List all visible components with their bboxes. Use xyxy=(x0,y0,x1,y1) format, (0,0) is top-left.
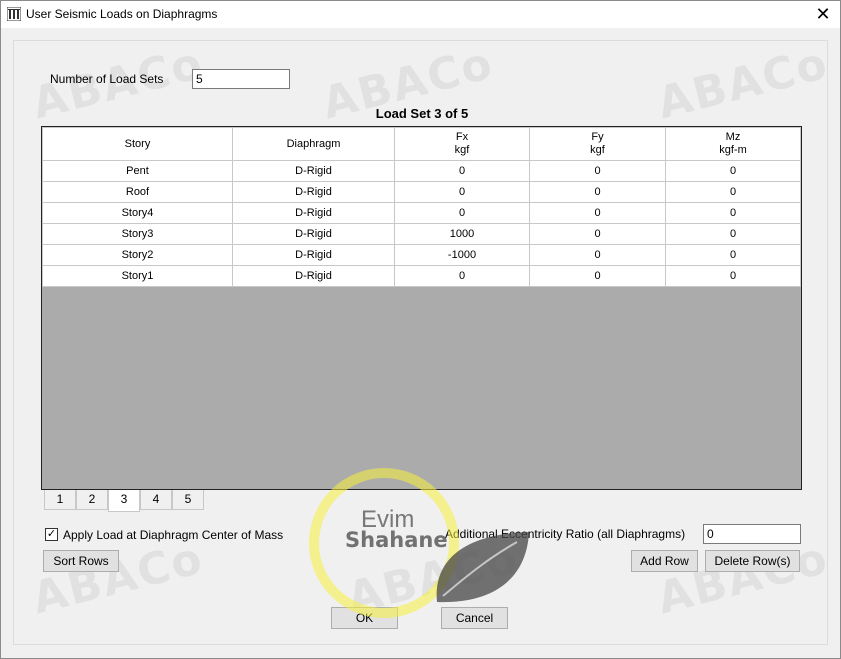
cell-mz[interactable]: 0 xyxy=(665,265,801,287)
load-sets-input[interactable]: 5 xyxy=(192,69,290,89)
cell-mz[interactable]: 0 xyxy=(665,181,801,203)
cell-mz[interactable]: 0 xyxy=(665,223,801,245)
cell-story[interactable]: Roof xyxy=(42,181,233,203)
title-bar[interactable]: User Seismic Loads on Diaphragms ✕ xyxy=(1,1,840,28)
cell-fy[interactable]: 0 xyxy=(529,244,666,266)
apply-center-mass-label: Apply Load at Diaphragm Center of Mass xyxy=(63,528,284,542)
column-name: Story xyxy=(124,137,151,150)
cell-fx[interactable]: 0 xyxy=(394,265,530,287)
table-row[interactable]: Roof D-Rigid 0 0 0 xyxy=(42,181,801,203)
column-name: Mz xyxy=(725,131,741,143)
grid-title: Load Set 3 of 5 xyxy=(375,106,469,121)
column-unit: kgf xyxy=(590,144,605,156)
app-icon xyxy=(7,7,21,21)
eccentricity-label: Additional Eccentricity Ratio (all Diaph… xyxy=(445,527,686,541)
column-name: Fx xyxy=(455,131,469,143)
load-set-tabs: 1 2 3 4 5 xyxy=(44,490,204,512)
table-header-row: Story Diaphragm Fx kgf Fy kgf Mz kgf-m xyxy=(42,127,801,161)
tab-1[interactable]: 1 xyxy=(44,490,76,510)
close-button[interactable]: ✕ xyxy=(812,3,834,25)
eccentricity-input[interactable]: 0 xyxy=(703,524,801,544)
loads-grid: Story Diaphragm Fx kgf Fy kgf Mz kgf-m Pent… xyxy=(41,126,802,490)
column-header-fy[interactable]: Fy kgf xyxy=(529,127,666,161)
column-header-story[interactable]: Story xyxy=(42,127,233,161)
cell-fy[interactable]: 0 xyxy=(529,202,666,224)
ok-button[interactable]: OK xyxy=(331,607,398,629)
column-name: Diaphragm xyxy=(286,137,341,150)
column-header-diaphragm[interactable]: Diaphragm xyxy=(232,127,395,161)
cell-diaphragm[interactable]: D-Rigid xyxy=(232,160,395,182)
sort-rows-button[interactable]: Sort Rows xyxy=(43,550,119,572)
dialog-window: User Seismic Loads on Diaphragms ✕ ABACo… xyxy=(0,0,841,659)
delete-rows-button[interactable]: Delete Row(s) xyxy=(705,550,800,572)
tab-5[interactable]: 5 xyxy=(172,490,204,510)
table-row[interactable]: Story2 D-Rigid -1000 0 0 xyxy=(42,244,801,266)
cell-story[interactable]: Story2 xyxy=(42,244,233,266)
add-row-button[interactable]: Add Row xyxy=(631,550,698,572)
table-row[interactable]: Story1 D-Rigid 0 0 0 xyxy=(42,265,801,287)
cell-diaphragm[interactable]: D-Rigid xyxy=(232,244,395,266)
cell-diaphragm[interactable]: D-Rigid xyxy=(232,181,395,203)
apply-center-mass-checkbox[interactable]: ✓ xyxy=(45,528,58,541)
tab-3[interactable]: 3 xyxy=(108,490,140,512)
cell-fx[interactable]: 0 xyxy=(394,202,530,224)
cell-story[interactable]: Story4 xyxy=(42,202,233,224)
cell-mz[interactable]: 0 xyxy=(665,244,801,266)
loads-table: Story Diaphragm Fx kgf Fy kgf Mz kgf-m Pent… xyxy=(42,127,801,287)
table-row[interactable]: Story4 D-Rigid 0 0 0 xyxy=(42,202,801,224)
cancel-button[interactable]: Cancel xyxy=(441,607,508,629)
window-title: User Seismic Loads on Diaphragms xyxy=(26,7,218,21)
cell-fx[interactable]: 0 xyxy=(394,160,530,182)
table-row[interactable]: Pent D-Rigid 0 0 0 xyxy=(42,160,801,182)
cell-mz[interactable]: 0 xyxy=(665,160,801,182)
cell-fx[interactable]: -1000 xyxy=(394,244,530,266)
cell-mz[interactable]: 0 xyxy=(665,202,801,224)
tab-2[interactable]: 2 xyxy=(76,490,108,510)
cell-fy[interactable]: 0 xyxy=(529,265,666,287)
column-name: Fy xyxy=(591,131,604,143)
cell-story[interactable]: Story1 xyxy=(42,265,233,287)
cell-story[interactable]: Pent xyxy=(42,160,233,182)
cell-fy[interactable]: 0 xyxy=(529,160,666,182)
load-sets-label: Number of Load Sets xyxy=(50,72,164,86)
dialog-client: ABACo ABACo ABACo ABACo ABACo ABACo Numb… xyxy=(1,28,840,658)
cell-fx[interactable]: 1000 xyxy=(394,223,530,245)
cell-diaphragm[interactable]: D-Rigid xyxy=(232,202,395,224)
tab-4[interactable]: 4 xyxy=(140,490,172,510)
column-unit: kgf-m xyxy=(719,144,747,156)
cell-fy[interactable]: 0 xyxy=(529,223,666,245)
table-row[interactable]: Story3 D-Rigid 1000 0 0 xyxy=(42,223,801,245)
column-unit: kgf xyxy=(454,144,470,156)
cell-fx[interactable]: 0 xyxy=(394,181,530,203)
cell-diaphragm[interactable]: D-Rigid xyxy=(232,265,395,287)
column-header-mz[interactable]: Mz kgf-m xyxy=(665,127,801,161)
column-header-fx[interactable]: Fx kgf xyxy=(394,127,530,161)
cell-fy[interactable]: 0 xyxy=(529,181,666,203)
cell-story[interactable]: Story3 xyxy=(42,223,233,245)
cell-diaphragm[interactable]: D-Rigid xyxy=(232,223,395,245)
